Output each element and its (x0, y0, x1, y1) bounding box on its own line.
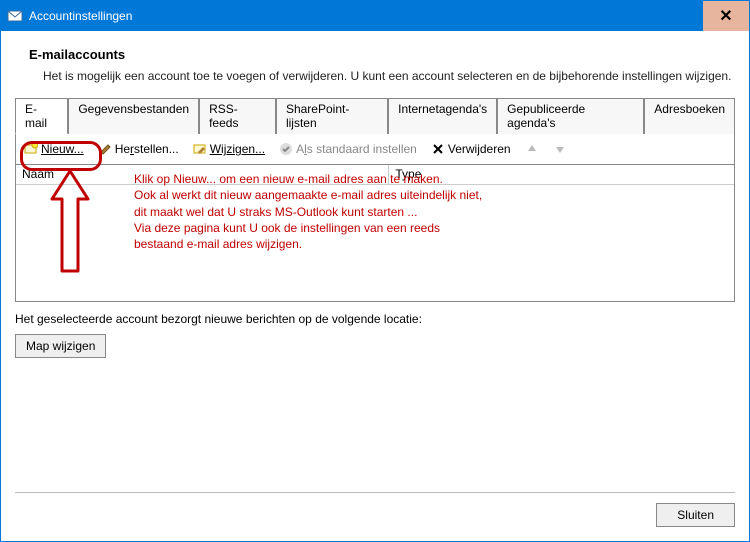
tab-rss[interactable]: RSS-feeds (199, 98, 276, 134)
annotation-line-2: Ook al werkt dit nieuw aangemaakte e-mai… (134, 187, 722, 203)
window-title: Accountinstellingen (29, 9, 703, 23)
checkmark-icon (279, 142, 293, 156)
toolbar: Nieuw... Herstellen... Wijzigen... Als s… (15, 134, 735, 164)
move-up-button[interactable] (523, 140, 541, 158)
section-title: E-mailaccounts (29, 47, 735, 62)
annotation-line-3: dit maakt wel dat U straks MS-Outlook ku… (134, 204, 722, 220)
arrow-up-annotation-icon (50, 171, 90, 284)
tab-row: E-mail Gegevensbestanden RSS-feeds Share… (15, 98, 735, 134)
account-settings-window: Accountinstellingen ✕ E-mailaccounts Het… (0, 0, 750, 542)
repair-label: Herstellen... (115, 142, 179, 156)
dialog-footer: Sluiten (15, 492, 735, 527)
section-description: Het is mogelijk een account toe te voege… (43, 68, 735, 84)
app-icon (7, 8, 23, 24)
annotation-line-5: bestaand e-mail adres wijzigen. (134, 236, 722, 252)
delivery-location-label: Het geselecteerde account bezorgt nieuwe… (15, 312, 735, 326)
new-button[interactable]: Nieuw... (22, 140, 86, 158)
repair-button[interactable]: Herstellen... (96, 140, 181, 158)
tab-datafiles[interactable]: Gegevensbestanden (68, 98, 199, 134)
list-header: Naam Type (16, 165, 734, 185)
close-dialog-button[interactable]: Sluiten (656, 503, 735, 527)
account-list[interactable]: Naam Type Klik op Nieuw... om een nieuw … (15, 164, 735, 302)
change-icon (193, 142, 207, 156)
change-button[interactable]: Wijzigen... (191, 140, 267, 158)
tab-published-calendars[interactable]: Gepubliceerde agenda's (497, 98, 644, 134)
arrow-up-icon (525, 142, 539, 156)
set-default-label: Als standaard instellen (296, 142, 417, 156)
change-label: Wijzigen... (210, 142, 265, 156)
remove-icon (431, 142, 445, 156)
arrow-down-icon (553, 142, 567, 156)
new-icon (24, 142, 38, 156)
column-type[interactable]: Type (389, 165, 734, 184)
new-label: Nieuw... (41, 142, 84, 156)
repair-icon (98, 142, 112, 156)
tab-addressbooks[interactable]: Adresboeken (644, 98, 735, 134)
tab-email[interactable]: E-mail (15, 98, 68, 134)
tab-internet-calendars[interactable]: Internetagenda's (388, 98, 497, 134)
dialog-body: E-mailaccounts Het is mogelijk een accou… (1, 31, 749, 541)
column-name[interactable]: Naam (16, 165, 389, 184)
set-default-button[interactable]: Als standaard instellen (277, 140, 419, 158)
close-button[interactable]: ✕ (703, 1, 749, 31)
titlebar: Accountinstellingen ✕ (1, 1, 749, 31)
change-folder-button[interactable]: Map wijzigen (15, 334, 106, 358)
remove-label: Verwijderen (448, 142, 511, 156)
delivery-location-section: Het geselecteerde account bezorgt nieuwe… (15, 312, 735, 358)
remove-button[interactable]: Verwijderen (429, 140, 513, 158)
tab-sharepoint[interactable]: SharePoint-lijsten (276, 98, 388, 134)
move-down-button[interactable] (551, 140, 569, 158)
annotation-line-4: Via deze pagina kunt U ook de instelling… (134, 220, 722, 236)
annotation-overlay: Klik op Nieuw... om een nieuw e-mail adr… (16, 165, 734, 301)
